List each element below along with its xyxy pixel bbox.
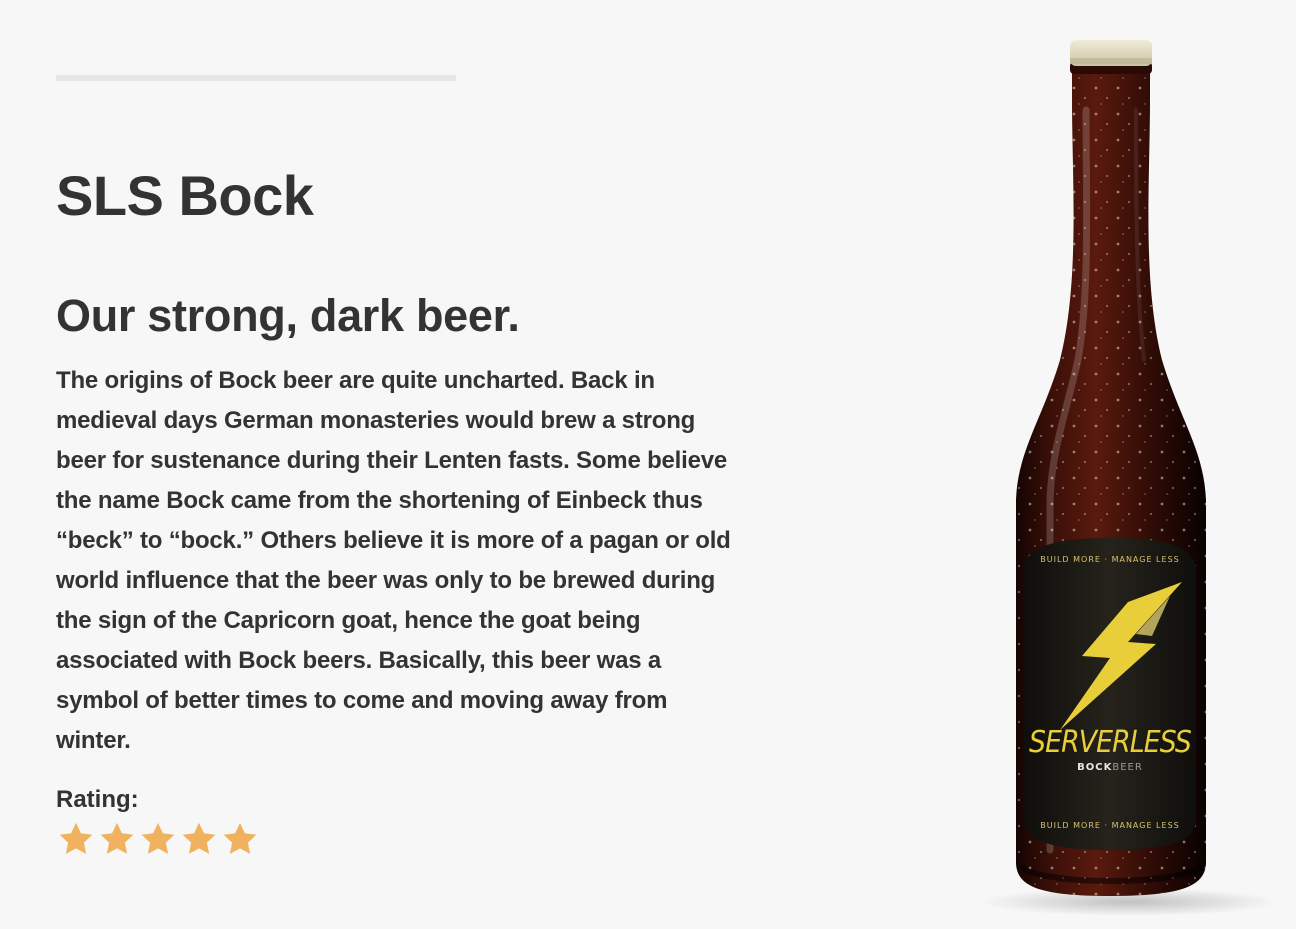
label-type-bold: BOCK bbox=[1077, 762, 1112, 773]
star-icon bbox=[141, 822, 175, 854]
label-top-text: BUILD MORE · MANAGE LESS bbox=[1040, 555, 1179, 564]
star-icon bbox=[59, 822, 93, 854]
product-tagline: Our strong, dark beer. bbox=[56, 290, 520, 341]
star-icon bbox=[223, 822, 257, 854]
bottle-label: BUILD MORE · MANAGE LESS SERVERLESS BOCK… bbox=[1024, 538, 1196, 850]
label-brand: SERVERLESS bbox=[1029, 725, 1192, 760]
label-type-light: BEER bbox=[1112, 762, 1142, 773]
header-divider bbox=[56, 75, 456, 81]
star-icon bbox=[100, 822, 134, 854]
rating-stars bbox=[56, 820, 260, 858]
svg-text:BOCKBEER: BOCKBEER bbox=[1077, 762, 1143, 773]
product-description: The origins of Bock beer are quite uncha… bbox=[56, 367, 731, 754]
label-bottom-text: BUILD MORE · MANAGE LESS bbox=[1040, 821, 1179, 830]
beer-bottle-image: BUILD MORE · MANAGE LESS SERVERLESS BOCK… bbox=[960, 30, 1280, 924]
star-icon bbox=[182, 822, 216, 854]
rating-label: Rating: bbox=[56, 786, 139, 813]
product-title: SLS Bock bbox=[56, 164, 314, 227]
